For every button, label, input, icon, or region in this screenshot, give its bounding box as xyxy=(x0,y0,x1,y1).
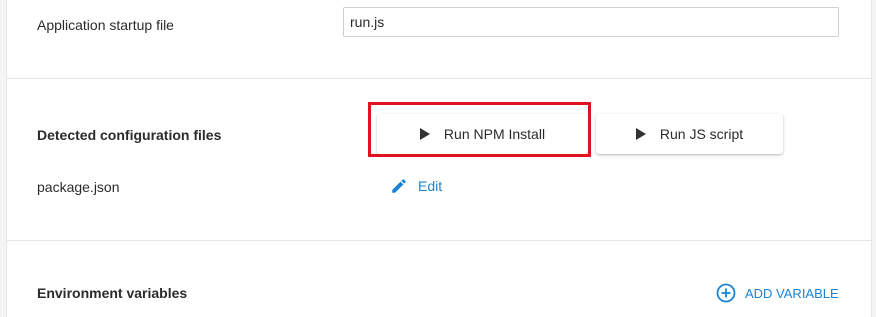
startup-file-input[interactable] xyxy=(343,7,839,37)
config-files-heading: Detected configuration files xyxy=(37,127,222,143)
env-variables-heading: Environment variables xyxy=(37,285,188,301)
section-divider xyxy=(7,78,871,79)
edit-label: Edit xyxy=(418,178,443,194)
add-variable-button[interactable]: ADD VARIABLE xyxy=(716,282,839,304)
add-variable-label: ADD VARIABLE xyxy=(745,285,839,301)
play-icon xyxy=(419,128,430,140)
run-js-script-button[interactable]: Run JS script xyxy=(596,114,783,154)
startup-file-label: Application startup file xyxy=(37,17,174,33)
run-npm-install-label: Run NPM Install xyxy=(443,126,546,142)
play-icon xyxy=(635,128,646,140)
run-npm-install-button[interactable]: Run NPM Install xyxy=(377,114,588,154)
run-js-script-label: Run JS script xyxy=(659,126,744,142)
config-file-name: package.json xyxy=(37,179,120,195)
plus-circle-icon xyxy=(716,283,736,303)
app-settings-panel: Application startup file Detected config… xyxy=(6,0,872,317)
section-divider xyxy=(7,240,871,241)
edit-config-link[interactable]: Edit xyxy=(390,176,442,196)
pencil-icon xyxy=(392,179,406,193)
